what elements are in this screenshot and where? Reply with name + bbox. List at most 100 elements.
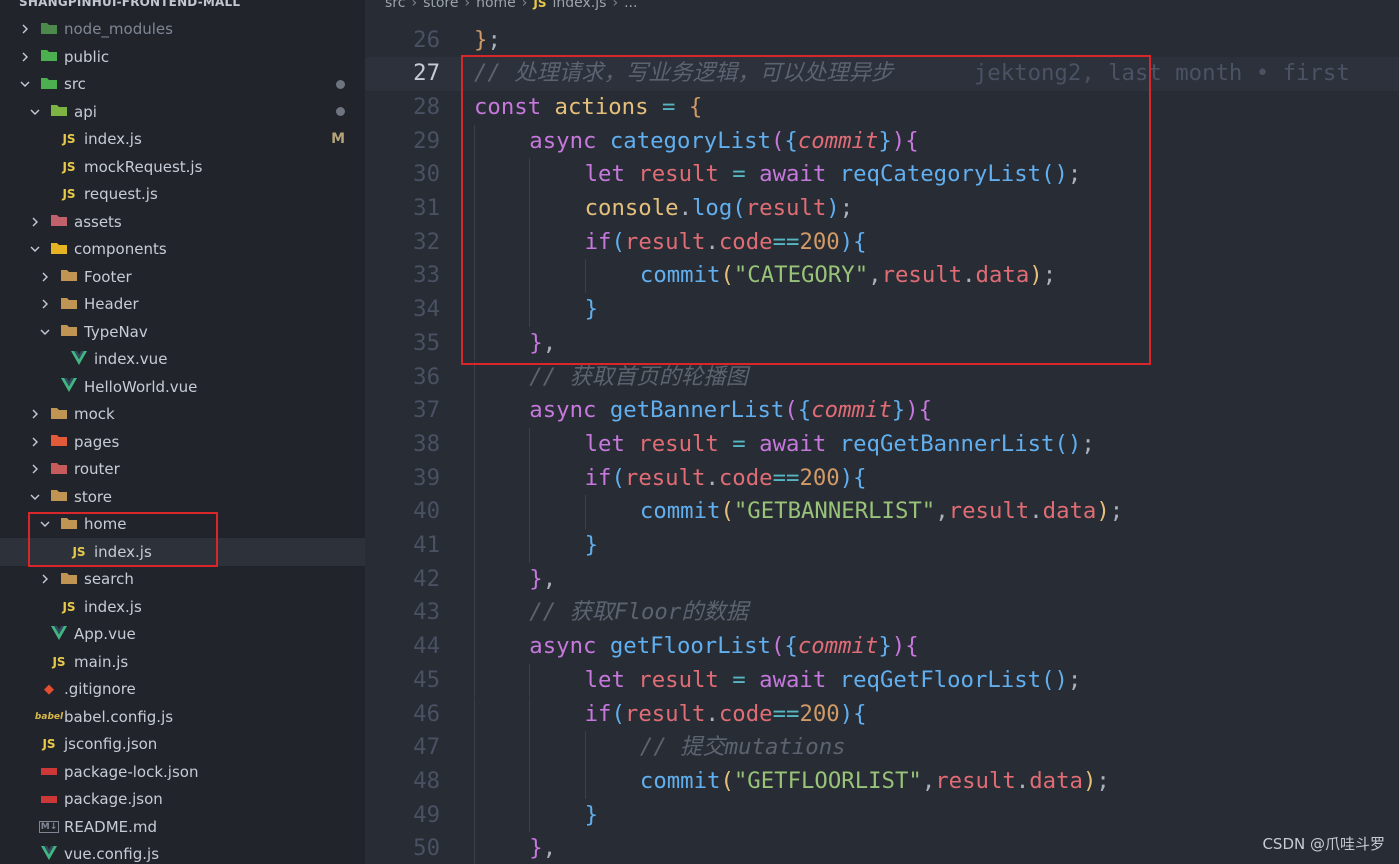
tree-item[interactable]: node_modules — [0, 16, 365, 44]
code-line[interactable]: 36 // 获取首页的轮播图 — [365, 360, 1399, 395]
chevron-down-icon[interactable] — [28, 490, 42, 504]
tree-item[interactable]: router — [0, 456, 365, 484]
code-text: if(result.code==200){ — [585, 462, 867, 496]
tree-item[interactable]: ◆ .gitignore — [0, 676, 365, 704]
code-token: . — [705, 700, 719, 727]
tree-item[interactable]: assets — [0, 208, 365, 236]
code-text: // 提交mutations — [640, 731, 846, 765]
tree-item[interactable]: vue.config.js — [0, 841, 365, 864]
code-token: async — [529, 633, 610, 660]
tree-item[interactable]: mock — [0, 401, 365, 429]
indent-guide — [474, 663, 475, 698]
code-line[interactable]: 27 // 处理请求，写业务逻辑，可以处理异步 jektong2, last mo… — [365, 57, 1399, 91]
tree-item[interactable]: src — [0, 71, 365, 99]
code-line[interactable]: 41} — [365, 529, 1399, 563]
code-line[interactable]: 30 let result = await reqCategoryList(); — [365, 158, 1399, 192]
tree-item[interactable]: search — [0, 566, 365, 594]
tree-item[interactable]: M↓ README.md — [0, 813, 365, 841]
code-text: }, — [529, 327, 556, 361]
code-line[interactable]: 48 commit("GETFLOORLIST",result.data); — [365, 764, 1399, 799]
tree-item[interactable]: JS index.js M — [0, 126, 365, 154]
code-line[interactable]: 46 if(result.code==200){ — [365, 697, 1399, 732]
tree-item[interactable]: HelloWorld.vue — [0, 373, 365, 401]
code-line[interactable]: 40 commit("GETBANNERLIST",result.data); — [365, 495, 1399, 529]
indent-guide — [474, 562, 475, 597]
tree-item-label: package.json — [64, 790, 163, 809]
chevron-right-icon[interactable] — [28, 407, 42, 421]
chevron-right-icon[interactable] — [28, 215, 42, 229]
tree-item[interactable]: pages — [0, 428, 365, 456]
tree-item[interactable]: TypeNav — [0, 318, 365, 346]
chevron-right-icon[interactable] — [18, 22, 32, 36]
code-line[interactable]: 31 console.log(result); — [365, 192, 1399, 226]
code-line[interactable]: 44 async getFloorList({commit}){ — [365, 630, 1399, 664]
tree-item[interactable]: package-lock.json — [0, 758, 365, 786]
code-line[interactable]: 28 const actions = { — [365, 91, 1399, 125]
code-editor[interactable]: 26}; 27// 处理请求，写业务逻辑，可以处理异步 jektong2, las… — [365, 0, 1399, 864]
tree-item-label: Footer — [84, 267, 132, 286]
tree-item[interactable]: package.json — [0, 786, 365, 814]
code-line[interactable]: 49} — [365, 798, 1399, 833]
chevron-down-icon[interactable] — [38, 517, 52, 531]
code-line[interactable]: 34} — [365, 293, 1399, 327]
code-line[interactable]: 50}, — [365, 832, 1399, 864]
code-text: if(result.code==200){ — [585, 226, 867, 260]
code-text: let result = await reqGetFloorList(); — [585, 664, 1082, 698]
project-title[interactable]: SHANGPINHUI-FRONTEND-MALL — [19, 0, 240, 10]
code-token: ) — [891, 127, 906, 154]
code-token: // 提交mutations — [639, 734, 846, 761]
code-line[interactable]: 47 // 提交mutations — [365, 731, 1399, 765]
code-token: ) — [839, 464, 854, 491]
code-line[interactable]: 35}, — [365, 326, 1399, 361]
tree-item[interactable]: babel babel.config.js — [0, 703, 365, 731]
npm-icon — [40, 764, 58, 780]
code-token: ( — [784, 397, 798, 424]
tree-item[interactable]: components — [0, 236, 365, 264]
chevron-right-icon[interactable] — [28, 435, 42, 449]
code-token: , — [542, 835, 557, 862]
tree-item[interactable]: App.vue — [0, 621, 365, 649]
code-token: commit — [797, 633, 879, 660]
code-text: }, — [529, 832, 556, 864]
code-token: . — [962, 262, 976, 289]
code-line[interactable]: 45 let result = await reqGetFloorList(); — [365, 663, 1399, 698]
chevron-down-icon[interactable] — [28, 105, 42, 119]
code-line[interactable]: 39 if(result.code==200){ — [365, 461, 1399, 496]
chevron-down-icon[interactable] — [18, 77, 32, 91]
code-token: // 获取Floor的数据 — [529, 599, 749, 626]
tree-item[interactable]: Header — [0, 291, 365, 319]
code-line[interactable]: 38 let result = await reqGetBannerList(); — [365, 427, 1399, 462]
tree-item[interactable]: JS jsconfig.json — [0, 731, 365, 759]
tree-item[interactable]: JS main.js — [0, 648, 365, 676]
tree-item-label: TypeNav — [84, 322, 148, 341]
tree-item[interactable]: Footer — [0, 263, 365, 291]
tree-item[interactable]: home — [0, 511, 365, 539]
code-token: const — [474, 93, 555, 120]
code-line[interactable]: 42}, — [365, 562, 1399, 597]
chevron-right-icon[interactable] — [18, 50, 32, 64]
tree-item[interactable]: JS request.js — [0, 181, 365, 209]
tree-item[interactable]: JS mockRequest.js — [0, 153, 365, 181]
tree-item-label: README.md — [64, 817, 158, 836]
chevron-right-icon[interactable] — [38, 270, 52, 284]
code-line[interactable]: 32 if(result.code==200){ — [365, 225, 1399, 260]
code-token: . — [1015, 767, 1030, 794]
tree-item-label: Header — [84, 295, 139, 314]
tree-item[interactable]: JS index.js — [0, 538, 365, 566]
chevron-down-icon[interactable] — [38, 325, 52, 339]
chevron-right-icon[interactable] — [38, 572, 52, 586]
code-line[interactable]: 37 async getBannerList({commit}){ — [365, 394, 1399, 428]
code-token: ) — [1029, 262, 1043, 289]
code-line[interactable]: 33 commit("CATEGORY",result.data); — [365, 259, 1399, 294]
chevron-right-icon[interactable] — [28, 462, 42, 476]
chevron-right-icon[interactable] — [38, 297, 52, 311]
tree-item[interactable]: JS index.js — [0, 593, 365, 621]
code-line[interactable]: 26}; — [365, 24, 1399, 58]
tree-item[interactable]: api — [0, 98, 365, 126]
chevron-down-icon[interactable] — [28, 242, 42, 256]
tree-item[interactable]: public — [0, 43, 365, 71]
tree-item[interactable]: index.vue — [0, 346, 365, 374]
code-line[interactable]: 43 // 获取Floor的数据 — [365, 596, 1399, 631]
tree-item[interactable]: store — [0, 483, 365, 511]
code-line[interactable]: 29 async categoryList({commit}){ — [365, 124, 1399, 159]
